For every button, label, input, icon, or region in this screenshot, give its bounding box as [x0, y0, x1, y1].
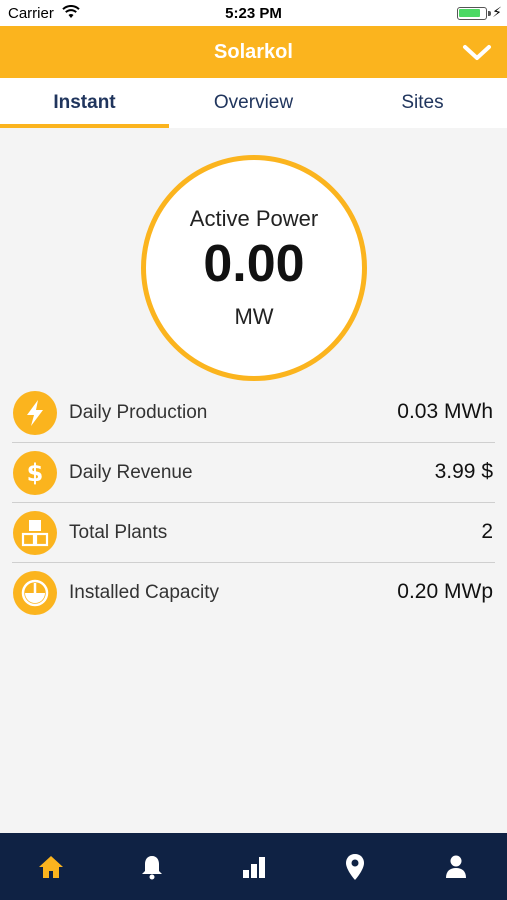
stat-row-daily-revenue: $ Daily Revenue 3.99 $ — [12, 443, 495, 503]
stat-row-installed-capacity: Installed Capacity 0.20 MWp — [12, 563, 495, 623]
app-header: Solarkol — [0, 26, 507, 78]
status-bar: Carrier 5:23 PM ⚡ — [0, 0, 507, 26]
nav-notifications[interactable] — [101, 833, 202, 900]
lightning-icon — [13, 391, 57, 435]
stat-row-daily-production: Daily Production 0.03 MWh — [12, 383, 495, 443]
stat-label: Installed Capacity — [69, 582, 219, 603]
stat-value: 0.03 MWh — [397, 400, 493, 423]
clock: 5:23 PM — [225, 5, 282, 22]
user-icon — [446, 855, 467, 878]
bar-chart-icon — [242, 856, 265, 878]
svg-text:$: $ — [27, 459, 44, 487]
stat-label: Daily Revenue — [69, 462, 193, 483]
charging-icon: ⚡ — [492, 4, 502, 20]
tab-bar: Instant Overview Sites — [0, 78, 507, 128]
bell-icon — [142, 855, 163, 879]
gauge-unit: MW — [234, 304, 274, 329]
stat-label: Daily Production — [69, 402, 208, 423]
stats-list: Daily Production 0.03 MWh $ Daily Revenu… — [12, 383, 495, 623]
tab-instant[interactable]: Instant — [0, 78, 169, 128]
stat-value: 3.99 $ — [434, 460, 493, 483]
battery-icon — [457, 7, 487, 20]
battery-tip — [488, 11, 491, 16]
nav-locations[interactable] — [304, 833, 405, 900]
location-pin-icon — [345, 853, 364, 880]
bottom-nav — [0, 833, 507, 900]
tab-sites[interactable]: Sites — [338, 78, 507, 128]
dollar-icon: $ — [13, 451, 57, 495]
nav-profile[interactable] — [406, 833, 507, 900]
chevron-down-icon[interactable] — [461, 36, 493, 68]
stat-value: 2 — [481, 520, 493, 543]
gauge-label: Active Power — [189, 206, 319, 231]
nav-reports[interactable] — [203, 833, 304, 900]
stat-label: Total Plants — [69, 522, 168, 543]
app-title: Solarkol — [214, 41, 293, 63]
stat-value: 0.20 MWp — [397, 580, 493, 603]
active-power-gauge: Active Power 0.00 MW — [141, 155, 367, 381]
plants-icon — [13, 511, 57, 555]
tab-overview[interactable]: Overview — [169, 78, 338, 128]
home-icon — [38, 855, 63, 878]
capacity-icon — [13, 571, 57, 615]
gauge-value: 0.00 — [203, 235, 305, 293]
stat-row-total-plants: Total Plants 2 — [12, 503, 495, 563]
nav-home[interactable] — [0, 833, 101, 900]
